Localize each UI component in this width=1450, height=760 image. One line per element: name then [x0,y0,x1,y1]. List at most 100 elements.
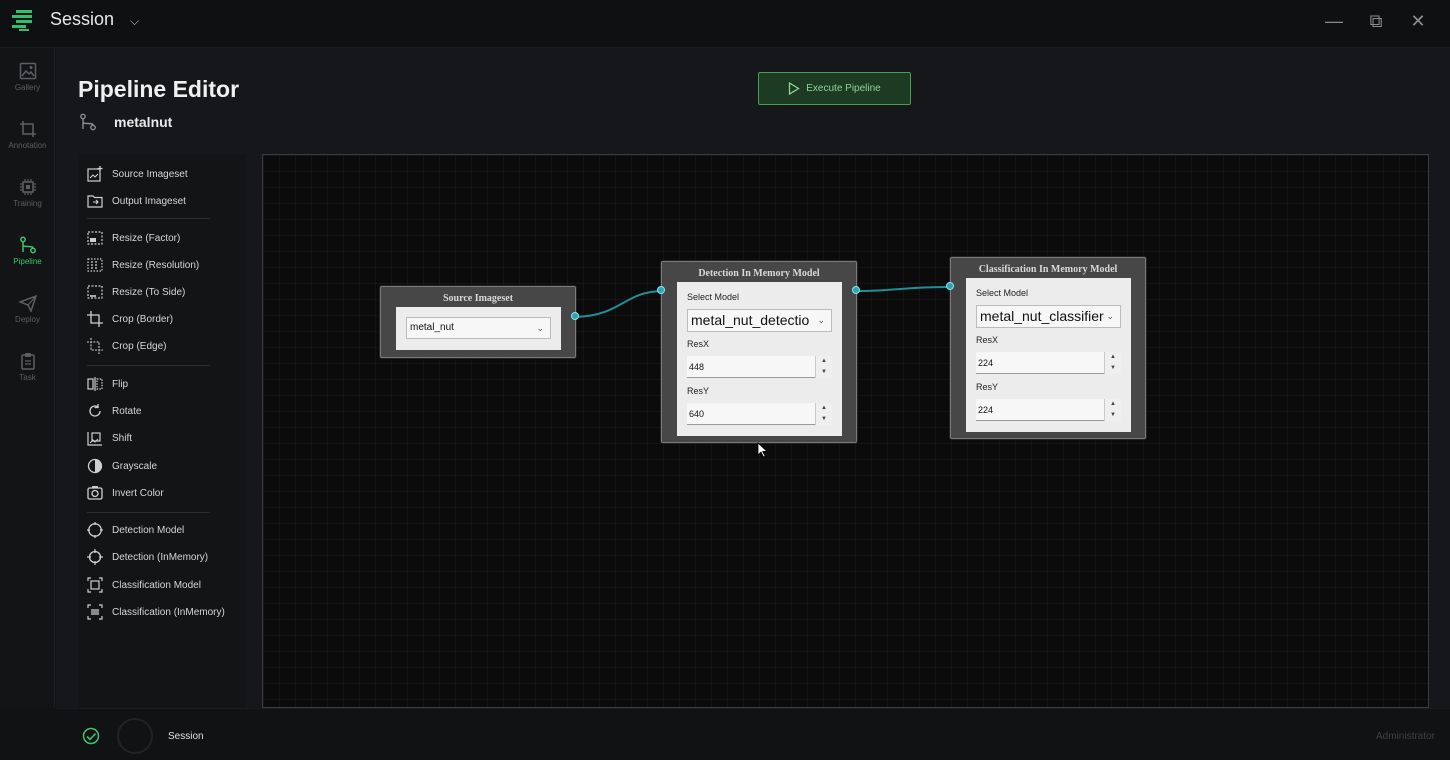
palette-item-detection-model[interactable]: Detection Model [87,520,184,540]
rail-item-task[interactable]: Task [0,352,55,402]
pipeline-icon [19,236,36,254]
palette-item-invert-color[interactable]: Invert Color [87,483,164,503]
palette-item-classification-inmemory[interactable]: Classification (InMemory) [87,602,225,622]
grayscale-icon [87,458,103,474]
classification-model-select[interactable]: metal_nut_classifier ⌄ [976,305,1121,328]
output-port[interactable] [852,286,860,294]
invert-icon [87,486,103,500]
resx-stepper[interactable]: ▲ ▼ [1104,352,1121,374]
connection-edge[interactable] [575,290,663,318]
palette-label: Shift [112,432,133,444]
palette-label: Resize (Factor) [112,232,181,244]
node-title: Source Imageset [442,293,514,304]
palette-item-resize-to-side[interactable]: Resize (To Side) [87,282,185,302]
palette-label: Crop (Border) [112,313,174,325]
resx-label: ResX [976,335,999,345]
rail-item-pipeline[interactable]: Pipeline [0,236,55,286]
rail-label: Gallery [14,83,41,92]
node-detection-inmemory[interactable]: Detection In Memory Model Select Model m… [661,261,857,443]
increment-icon[interactable]: ▲ [1105,352,1121,363]
classification-model-icon [87,577,103,593]
resx-input[interactable]: 224 ▲ ▼ [976,352,1121,374]
pipeline-branch-icon [80,113,96,131]
resy-stepper[interactable]: ▲ ▼ [815,403,832,425]
chevron-down-icon[interactable]: ⌵ [130,14,139,29]
palette-item-resize-resolution[interactable]: Resize (Resolution) [87,255,199,275]
palette-item-grayscale[interactable]: Grayscale [87,456,157,476]
resy-stepper[interactable]: ▲ ▼ [1104,399,1121,421]
increment-icon[interactable]: ▲ [1105,399,1121,410]
session-title[interactable]: Session [50,9,114,30]
palette-divider [87,365,210,366]
output-port[interactable] [571,312,579,320]
palette-label: Classification Model [112,579,201,591]
detection-inmemory-icon [87,549,103,565]
resy-label: ResY [687,386,710,396]
select-model-label: Select Model [687,292,740,302]
resy-label: ResY [976,382,999,392]
nav-rail: Gallery Annotation Training Pipeline Dep… [0,48,55,708]
resize-resolution-icon [87,258,103,272]
select-model-label: Select Model [976,288,1029,298]
palette-item-classification-model[interactable]: Classification Model [87,575,201,595]
resy-input[interactable]: 640 ▲ ▼ [687,403,832,425]
send-icon [18,294,37,312]
detection-model-select[interactable]: metal_nut_detectio ⌄ [687,309,832,332]
rail-item-deploy[interactable]: Deploy [0,294,55,344]
palette-item-resize-factor[interactable]: Resize (Factor) [87,228,180,248]
decrement-icon[interactable]: ▼ [1105,363,1121,374]
input-port[interactable] [946,282,954,290]
resy-input[interactable]: 224 ▲ ▼ [976,399,1121,421]
node-title: Detection In Memory Model [698,268,820,279]
palette-item-crop-edge[interactable]: Crop (Edge) [87,336,166,356]
palette-item-shift[interactable]: Shift [87,428,132,448]
chip-icon [19,179,36,195]
input-port[interactable] [657,286,665,294]
rail-label: Training [13,199,42,208]
maximize-icon[interactable]: ⧉ [1364,10,1388,32]
palette-item-rotate[interactable]: Rotate [87,401,141,421]
flip-icon [87,377,103,391]
chevron-down-icon: ⌄ [1106,311,1114,321]
crop-border-icon [87,311,103,327]
execute-pipeline-button[interactable]: Execute Pipeline [758,72,911,105]
classification-inmemory-icon [87,604,103,620]
image-icon [19,62,36,80]
rail-item-gallery[interactable]: Gallery [0,62,55,112]
rail-item-annotation[interactable]: Annotation [0,120,55,170]
mouse-cursor-icon [757,442,767,458]
pipeline-canvas[interactable]: Source Imageset metal_nut ⌄ Detection In… [262,154,1429,708]
resx-stepper[interactable]: ▲ ▼ [815,356,832,378]
decrement-icon[interactable]: ▼ [816,367,832,378]
palette-item-source-imageset[interactable]: Source Imageset [87,164,188,184]
rail-item-training[interactable]: Training [0,178,55,228]
palette-divider [87,512,210,513]
resx-value: 448 [689,362,705,372]
palette-label: Grayscale [112,460,158,472]
close-icon[interactable]: ✕ [1406,10,1430,32]
resx-input[interactable]: 448 ▲ ▼ [687,356,832,378]
decrement-icon[interactable]: ▼ [816,414,832,425]
check-circle-icon [82,727,100,745]
palette-item-crop-border[interactable]: Crop (Border) [87,309,173,329]
node-source-imageset[interactable]: Source Imageset metal_nut ⌄ [380,286,576,358]
resx-value: 224 [978,358,994,368]
select-value: metal_nut_detectio [691,312,810,328]
source-imageset-select[interactable]: metal_nut ⌄ [406,317,551,339]
title-bar: Session ⌵ — ⧉ ✕ [0,0,1450,48]
node-classification-inmemory[interactable]: Classification In Memory Model Select Mo… [950,257,1146,439]
palette-item-output-imageset[interactable]: Output Imageset [87,191,186,211]
palette-item-flip[interactable]: Flip [87,374,128,394]
detection-model-icon [87,522,103,538]
decrement-icon[interactable]: ▼ [1105,410,1121,421]
node-palette: Source Imageset Output Imageset Resize (… [79,154,246,708]
palette-item-detection-inmemory[interactable]: Detection (InMemory) [87,547,208,567]
connection-edge[interactable] [856,286,951,292]
resx-label: ResX [687,339,710,349]
increment-icon[interactable]: ▲ [816,403,832,414]
session-avatar [117,718,153,754]
palette-label: Classification (InMemory) [112,606,225,618]
increment-icon[interactable]: ▲ [816,356,832,367]
rotate-icon [89,404,101,417]
minimize-icon[interactable]: — [1322,10,1346,32]
